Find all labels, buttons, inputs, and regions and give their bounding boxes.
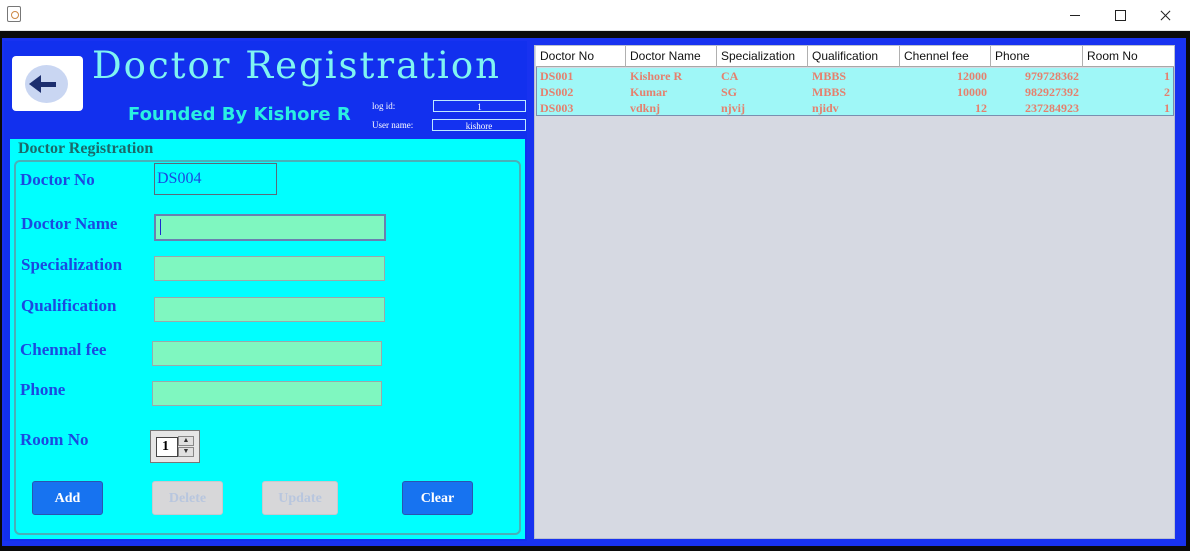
- cell-phone: 982927392: [1025, 85, 1079, 99]
- chennal-fee-label: Chennal fee: [20, 340, 107, 359]
- room-no-value[interactable]: 1: [156, 437, 178, 457]
- column-header-doctor-name[interactable]: Doctor Name: [626, 46, 717, 67]
- doctor-no-label: Doctor No: [20, 170, 95, 189]
- delete-button[interactable]: Delete: [152, 481, 223, 515]
- founded-by-text: Founded By Kishore R: [128, 104, 351, 125]
- qualification-label: Qualification: [21, 296, 117, 315]
- spinner-down-icon[interactable]: ▼: [178, 447, 194, 457]
- specialization-input[interactable]: [154, 256, 385, 281]
- add-button[interactable]: Add: [32, 481, 103, 515]
- log-id-value: 1: [433, 100, 526, 112]
- cell-room-no: 1: [1164, 101, 1170, 115]
- column-header-room-no[interactable]: Room No: [1083, 46, 1174, 67]
- minimize-button[interactable]: [1052, 0, 1098, 31]
- cell-doctor-no: DS003: [540, 101, 574, 115]
- user-name-label: User name:: [372, 120, 414, 130]
- column-header-doctor-no[interactable]: Doctor No: [536, 46, 626, 67]
- column-header-chennel-fee[interactable]: Chennel fee: [900, 46, 991, 67]
- cell-phone: 979728362: [1025, 69, 1079, 83]
- cell-doctor-name: Kumar: [630, 85, 668, 99]
- arrow-left-icon: [25, 65, 68, 103]
- column-header-qualification[interactable]: Qualification: [808, 46, 900, 67]
- minimize-icon: [1070, 15, 1080, 16]
- room-no-label: Room No: [20, 430, 89, 449]
- doctor-table-area: [534, 45, 1175, 539]
- doctor-name-label: Doctor Name: [21, 214, 118, 233]
- specialization-label: Specialization: [21, 255, 123, 274]
- cell-qualification: MBBS: [812, 85, 847, 99]
- cell-room-no: 1: [1164, 69, 1170, 83]
- cell-specialization: SG: [721, 85, 738, 99]
- user-name-value: kishore: [432, 119, 526, 131]
- phone-label: Phone: [20, 380, 66, 399]
- cell-qualification: njidv: [812, 101, 839, 115]
- app-title: Doctor Registration: [92, 44, 501, 87]
- cell-specialization: CA: [721, 69, 739, 83]
- cell-qualification: MBBS: [812, 69, 847, 83]
- cell-doctor-no: DS001: [540, 69, 574, 83]
- spinner-up-icon[interactable]: ▲: [178, 436, 194, 446]
- maximize-button[interactable]: [1097, 0, 1143, 31]
- column-header-specialization[interactable]: Specialization: [717, 46, 808, 67]
- cell-doctor-no: DS002: [540, 85, 574, 99]
- column-header-phone[interactable]: Phone: [991, 46, 1083, 67]
- table-header: Doctor No Doctor Name Specialization Qua…: [536, 46, 1174, 67]
- window-titlebar: [0, 0, 1190, 31]
- cell-doctor-name: vdknj: [630, 101, 661, 115]
- update-button[interactable]: Update: [262, 481, 338, 515]
- doctor-name-input[interactable]: [154, 214, 386, 241]
- qualification-input[interactable]: [154, 297, 385, 322]
- cell-doctor-name: Kishore R: [630, 69, 683, 83]
- cell-phone: 237284923: [1025, 101, 1079, 115]
- table-row[interactable]: DS003 vdknj njvij njidv 12 237284923 1: [536, 100, 1174, 116]
- clear-button[interactable]: Clear: [402, 481, 473, 515]
- table-row[interactable]: DS002 Kumar SG MBBS 10000 982927392 2: [536, 84, 1174, 100]
- cell-specialization: njvij: [721, 101, 745, 115]
- table-row[interactable]: DS001 Kishore R CA MBBS 12000 979728362 …: [536, 68, 1174, 84]
- log-id-label: log id:: [372, 101, 396, 111]
- form-panel-title: Doctor Registration: [18, 140, 154, 157]
- java-app-icon: [7, 6, 21, 22]
- room-no-spinner[interactable]: 1 ▲ ▼: [150, 430, 200, 463]
- close-window-button[interactable]: [1142, 0, 1188, 31]
- chennal-fee-input[interactable]: [152, 341, 382, 366]
- back-button[interactable]: [12, 56, 83, 111]
- text-caret: [160, 219, 161, 235]
- cell-chennel-fee: 12: [975, 101, 987, 115]
- maximize-icon: [1115, 10, 1126, 21]
- cell-chennel-fee: 10000: [957, 85, 987, 99]
- phone-input[interactable]: [152, 381, 382, 406]
- doctor-no-field: DS004: [154, 163, 277, 195]
- cell-chennel-fee: 12000: [957, 69, 987, 83]
- cell-room-no: 2: [1164, 85, 1170, 99]
